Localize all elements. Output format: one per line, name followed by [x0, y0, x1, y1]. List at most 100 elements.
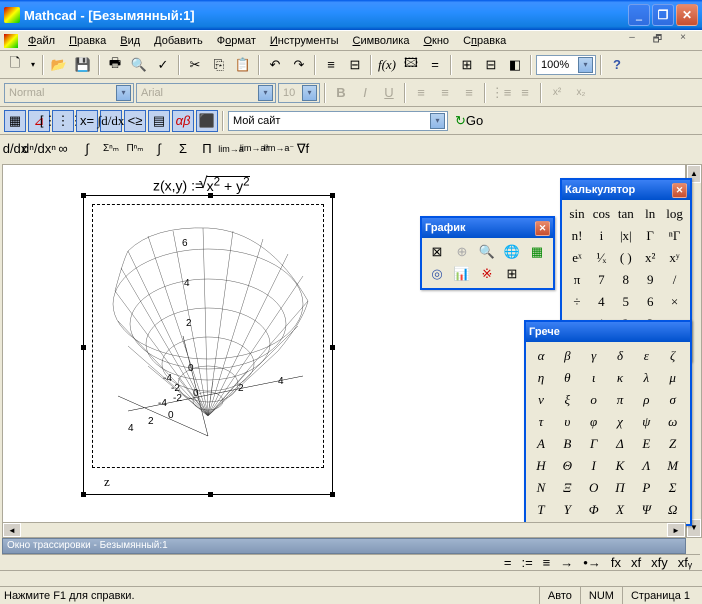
greek-key[interactable]: ε [634, 345, 658, 367]
greek-key[interactable]: Ε [634, 433, 658, 455]
unit-button[interactable]: 🖾 [400, 54, 422, 76]
calc-key[interactable]: x² [638, 247, 662, 269]
surface-plot-region[interactable]: -4 -2 0 2 4 4 2 0 -2 -4 0 2 4 6 [83, 195, 333, 495]
greek-key[interactable]: Β [555, 433, 579, 455]
menu-window[interactable]: Окно [417, 33, 455, 49]
eval-assign[interactable]: := [521, 555, 532, 570]
greek-key[interactable]: Φ [582, 499, 606, 521]
boolean-icon[interactable]: <≥ [124, 110, 146, 132]
greek-key[interactable]: Θ [555, 455, 579, 477]
greek-key[interactable]: Τ [529, 499, 553, 521]
menu-view[interactable]: Вид [114, 33, 146, 49]
calc-key[interactable]: ÷ [565, 291, 589, 313]
gradient-button[interactable]: ∇f [292, 138, 314, 160]
bullets-button[interactable]: ⋮≡ [490, 82, 512, 104]
undo-button[interactable]: ↶ [264, 54, 286, 76]
chevron-down-icon[interactable]: ▾ [578, 57, 593, 73]
greek-key[interactable]: Υ [555, 499, 579, 521]
calc-key[interactable]: cos [589, 203, 613, 225]
greek-key[interactable]: Ν [529, 477, 553, 499]
greek-palette-title[interactable]: Грече [526, 322, 690, 342]
chevron-down-icon[interactable]: ▾ [116, 85, 131, 101]
greek-key[interactable]: ζ [661, 345, 685, 367]
greek-key[interactable]: Ι [582, 455, 606, 477]
align-button[interactable]: ≡ [320, 54, 342, 76]
menu-insert[interactable]: Добавить [148, 33, 209, 49]
eval-eq[interactable]: = [504, 555, 512, 570]
greek-key[interactable]: Γ [582, 433, 606, 455]
calc-key[interactable]: eˣ [565, 247, 589, 269]
calc-key[interactable]: sin [565, 203, 589, 225]
menu-symbolics[interactable]: Символика [346, 33, 415, 49]
chevron-down-icon[interactable]: ▾ [302, 85, 317, 101]
save-button[interactable]: 💾 [72, 54, 94, 76]
greek-palette[interactable]: Грече αβγδεζηθικλμνξοπρστυφχψωΑΒΓΔΕΖΗΘΙΚ… [524, 320, 692, 526]
greek-key[interactable]: ξ [555, 389, 579, 411]
eval-xfy[interactable]: xfy [651, 555, 668, 570]
mdi-restore-icon[interactable]: 🗗 [647, 30, 668, 51]
greek-key[interactable]: χ [608, 411, 632, 433]
preview-button[interactable]: 🔍 [128, 54, 150, 76]
sum-button[interactable]: Σ [172, 138, 194, 160]
cut-button[interactable]: ✂ [184, 54, 206, 76]
calculus-icon[interactable]: ∫d/dx [100, 110, 122, 132]
zoom-button[interactable]: 🔍 [475, 241, 499, 263]
nth-deriv-button[interactable]: dⁿ/dxⁿ [28, 138, 50, 160]
calc-key[interactable]: ( ) [614, 247, 638, 269]
component2-button[interactable]: ⊟ [480, 54, 502, 76]
close-icon[interactable]: ✕ [535, 221, 550, 236]
greek-key[interactable]: η [529, 367, 553, 389]
indef-integral-button[interactable]: ∫ [148, 138, 170, 160]
greek-key[interactable]: Λ [634, 455, 658, 477]
greek-key[interactable]: Ο [582, 477, 606, 499]
italic-button[interactable]: I [354, 82, 376, 104]
calc-key[interactable]: × [663, 291, 687, 313]
maximize-button[interactable]: ❐ [652, 4, 674, 26]
greek-key[interactable]: ι [582, 367, 606, 389]
underline-button[interactable]: U [378, 82, 400, 104]
calc-key[interactable]: 8 [614, 269, 638, 291]
eval-arrow[interactable]: → [560, 555, 573, 570]
greek-key[interactable]: μ [661, 367, 685, 389]
greek-key[interactable]: ω [661, 411, 685, 433]
greek-key[interactable]: ρ [634, 389, 658, 411]
fx-button[interactable]: f(x) [376, 54, 398, 76]
prod-button[interactable]: Π [196, 138, 218, 160]
limit-left-button[interactable]: lim→a⁻ [268, 138, 290, 160]
calc-key[interactable]: ln [638, 203, 662, 225]
greek-key[interactable]: β [555, 345, 579, 367]
graph-palette[interactable]: График ✕ ⊠ ⊕ 🔍 🌐 ▦ ◎ 📊 ※ ⊞ [420, 216, 555, 290]
greek-key[interactable]: Χ [608, 499, 632, 521]
symbolic-icon[interactable]: ⬛ [196, 110, 218, 132]
close-icon[interactable]: ✕ [672, 183, 687, 198]
copy-button[interactable]: ⎘ [208, 54, 230, 76]
limit-right-button[interactable]: lim→a⁺ [244, 138, 266, 160]
eval-sym[interactable]: •→ [583, 555, 601, 570]
greek-key[interactable]: λ [634, 367, 658, 389]
font-combo[interactable]: Arial ▾ [136, 83, 276, 103]
eval-global[interactable]: ≡ [543, 555, 551, 570]
calc-key[interactable]: ⁿΓ [663, 225, 687, 247]
menu-edit[interactable]: Правка [63, 33, 112, 49]
new-dropdown[interactable]: ▾ [28, 54, 38, 76]
polar-plot-button[interactable]: ⊕ [450, 241, 474, 263]
calc-key[interactable]: xʸ [663, 247, 687, 269]
minimize-button[interactable]: _ [628, 4, 650, 26]
horizontal-scrollbar[interactable] [2, 522, 686, 538]
greek-key[interactable]: σ [661, 389, 685, 411]
greek-key[interactable]: Α [529, 433, 553, 455]
zoom-combo[interactable]: 100% ▾ [536, 55, 596, 75]
calc-key[interactable]: n! [565, 225, 589, 247]
eval-fx[interactable]: fx [611, 555, 621, 570]
programming-icon[interactable]: ▤ [148, 110, 170, 132]
superscript-button[interactable]: x² [546, 82, 568, 104]
surface-plot-button[interactable]: 🌐 [500, 241, 524, 263]
subscript-button[interactable]: x₂ [570, 82, 592, 104]
prod-range-button[interactable]: Πⁿₘ [124, 138, 146, 160]
mdi-min-icon[interactable]: – [623, 30, 641, 51]
mdi-close-icon[interactable]: × [674, 30, 692, 51]
calc-key[interactable]: / [663, 269, 687, 291]
address-combo[interactable]: Мой сайт ▾ [228, 111, 448, 131]
greek-key[interactable]: Σ [661, 477, 685, 499]
calc-key[interactable]: π [565, 269, 589, 291]
